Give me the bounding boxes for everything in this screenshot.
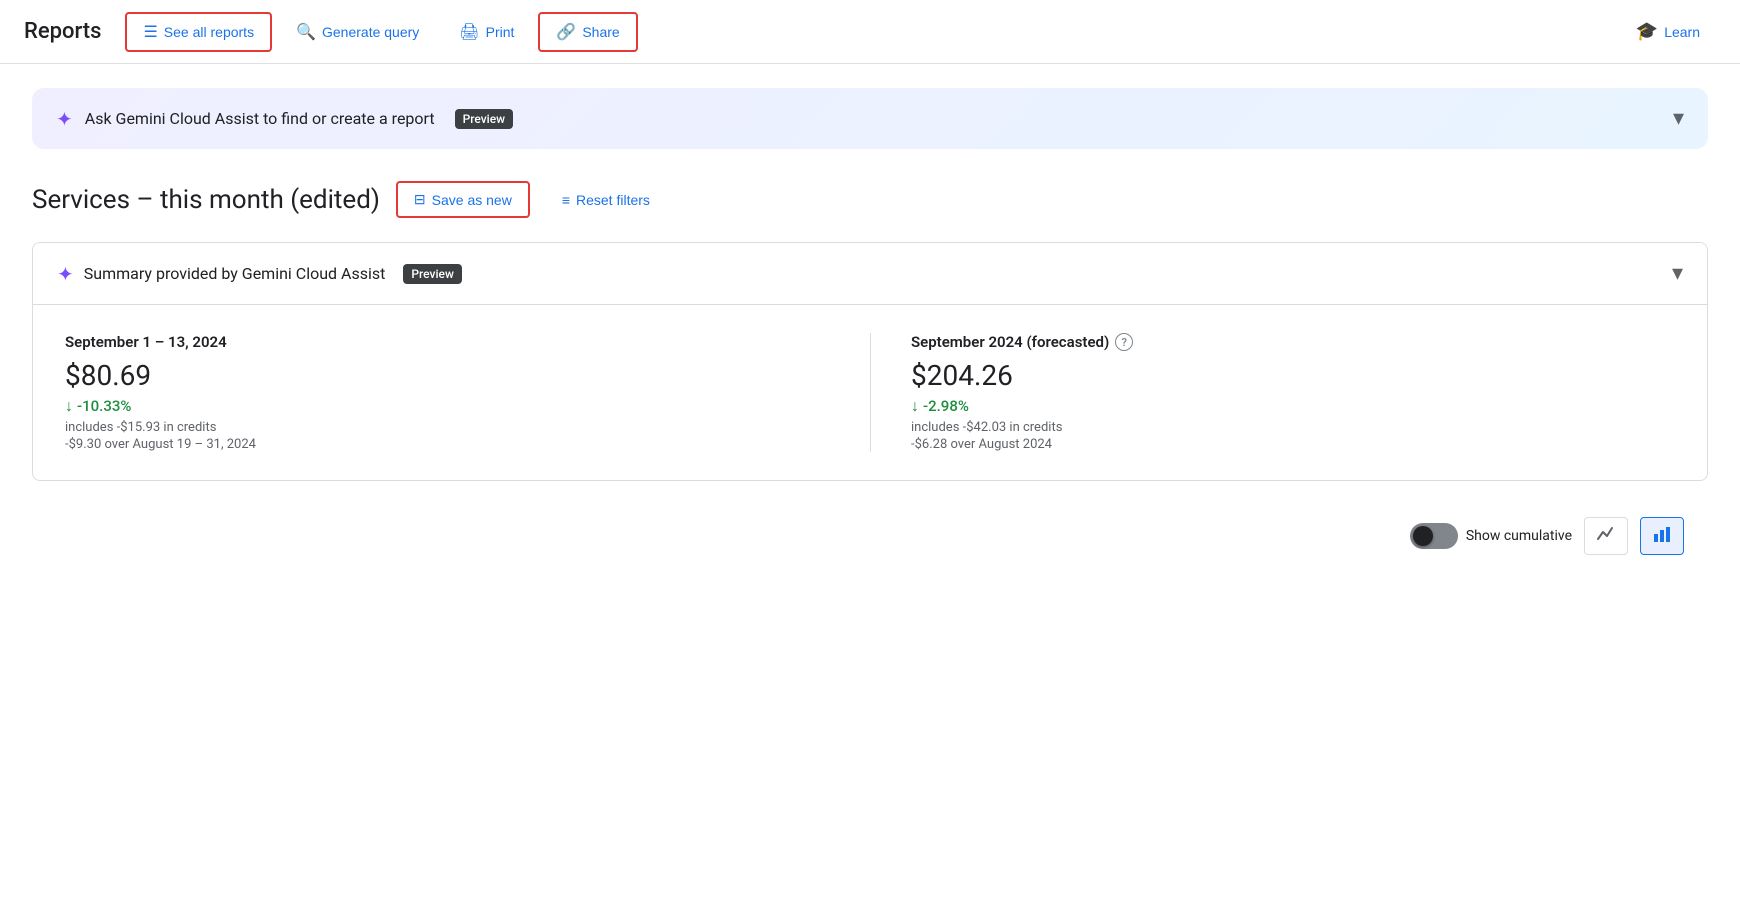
filter-icon: ≡: [562, 192, 570, 208]
see-all-reports-button[interactable]: ☰ See all reports: [125, 12, 272, 52]
save-icon: ⊟: [414, 191, 426, 208]
main-content: ✦ Ask Gemini Cloud Assist to find or cre…: [0, 64, 1740, 591]
gemini-banner-left: ✦ Ask Gemini Cloud Assist to find or cre…: [56, 107, 513, 131]
chevron-down-icon: ▾: [1673, 106, 1684, 131]
summary-compare-left: -$9.30 over August 19 – 31, 2024: [65, 437, 830, 452]
line-chart-button[interactable]: [1584, 517, 1628, 555]
list-icon: ☰: [143, 22, 157, 42]
gemini-preview-badge: Preview: [455, 109, 514, 129]
summary-card-body: September 1 – 13, 2024 $80.69 ↓ -10.33% …: [33, 304, 1707, 480]
summary-period-right: September 2024 (forecasted) ?: [911, 333, 1675, 351]
gemini-banner[interactable]: ✦ Ask Gemini Cloud Assist to find or cre…: [32, 88, 1708, 149]
summary-col-left: September 1 – 13, 2024 $80.69 ↓ -10.33% …: [65, 333, 870, 452]
reset-filters-button[interactable]: ≡ Reset filters: [546, 184, 666, 216]
sparkle-icon-2: ✦: [57, 262, 74, 286]
page-title: Reports: [24, 19, 101, 44]
summary-change-right: ↓ -2.98%: [911, 396, 969, 416]
arrow-down-icon-right: ↓: [911, 396, 919, 416]
bar-chart-button[interactable]: [1640, 517, 1684, 555]
report-header: Services – this month (edited) ⊟ Save as…: [32, 181, 1708, 218]
bottom-toolbar: Show cumulative: [32, 505, 1708, 567]
info-icon[interactable]: ?: [1115, 333, 1133, 351]
summary-period-left: September 1 – 13, 2024: [65, 333, 830, 351]
summary-preview-badge: Preview: [403, 264, 462, 284]
summary-row-left: ↓ -10.33%: [65, 396, 830, 416]
line-chart-icon: [1596, 524, 1616, 549]
summary-amount-left: $80.69: [65, 359, 830, 392]
sparkle-icon: ✦: [56, 107, 73, 131]
search-icon: 🔍: [296, 22, 316, 42]
summary-card-header[interactable]: ✦ Summary provided by Gemini Cloud Assis…: [33, 243, 1707, 304]
toggle-thumb: [1413, 526, 1433, 546]
summary-card: ✦ Summary provided by Gemini Cloud Assis…: [32, 242, 1708, 481]
summary-chevron-down-icon: ▾: [1672, 261, 1683, 286]
summary-amount-right: $204.26: [911, 359, 1675, 392]
summary-col-right: September 2024 (forecasted) ? $204.26 ↓ …: [870, 333, 1675, 452]
share-button[interactable]: 🔗 Share: [538, 12, 637, 52]
arrow-down-icon-left: ↓: [65, 396, 73, 416]
generate-query-button[interactable]: 🔍 Generate query: [280, 14, 435, 50]
summary-row-right: ↓ -2.98%: [911, 396, 1675, 416]
summary-change-left: ↓ -10.33%: [65, 396, 131, 416]
share-icon: 🔗: [556, 22, 576, 42]
summary-credits-right: includes -$42.03 in credits: [911, 420, 1675, 435]
bar-chart-icon: [1652, 524, 1672, 549]
learn-button[interactable]: 🎓 Learn: [1620, 13, 1716, 50]
toggle-track: [1410, 523, 1458, 549]
report-title: Services – this month (edited): [32, 185, 380, 215]
header: Reports ☰ See all reports 🔍 Generate que…: [0, 0, 1740, 64]
learn-icon: 🎓: [1636, 21, 1658, 42]
summary-card-header-left: ✦ Summary provided by Gemini Cloud Assis…: [57, 262, 462, 286]
show-cumulative-toggle: Show cumulative: [1410, 523, 1572, 549]
print-icon: 🖨: [459, 22, 479, 42]
print-button[interactable]: 🖨 Print: [443, 14, 530, 50]
summary-compare-right: -$6.28 over August 2024: [911, 437, 1675, 452]
save-as-new-button[interactable]: ⊟ Save as new: [396, 181, 530, 218]
summary-credits-left: includes -$15.93 in credits: [65, 420, 830, 435]
cumulative-toggle-switch[interactable]: [1410, 523, 1458, 549]
